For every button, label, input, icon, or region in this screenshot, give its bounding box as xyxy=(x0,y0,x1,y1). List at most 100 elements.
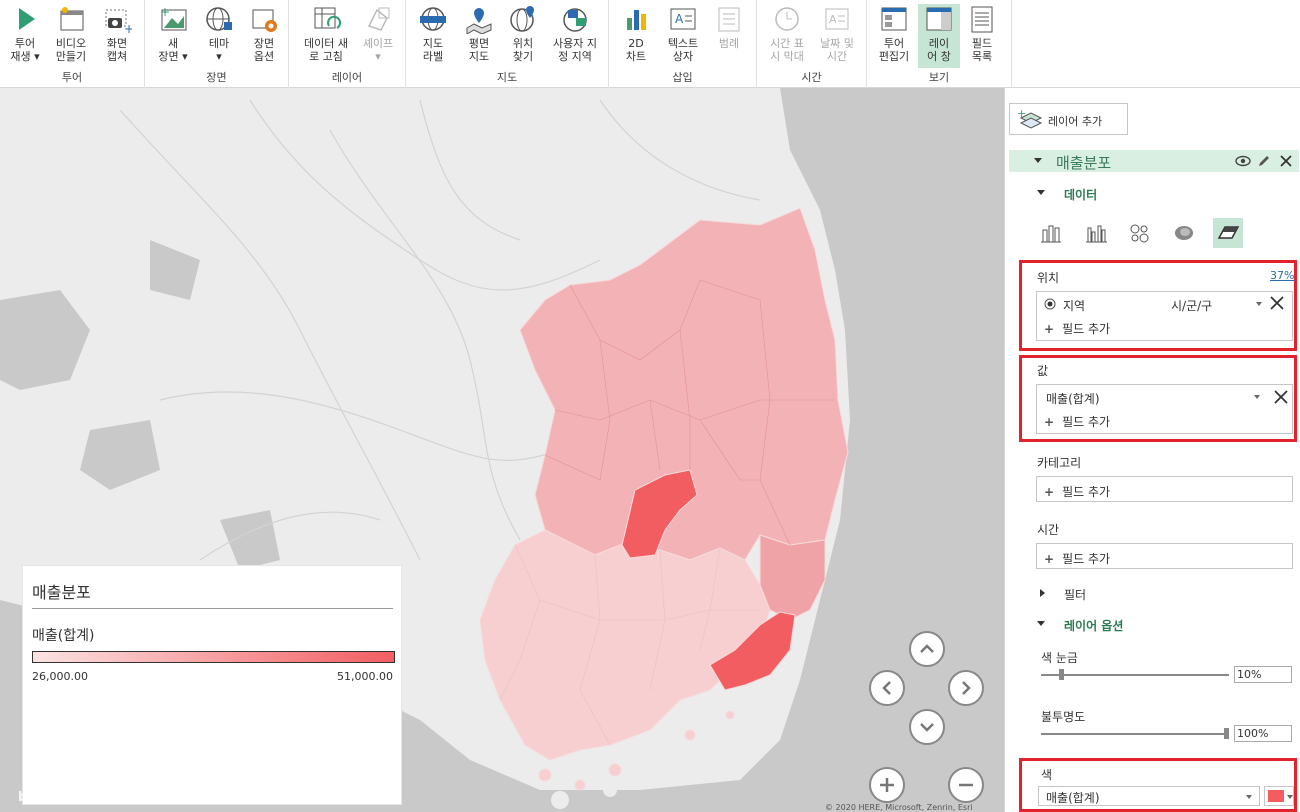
bubble-icon[interactable] xyxy=(1125,218,1155,248)
refresh-data-button[interactable]: 데이터 새 로 고침 xyxy=(297,4,355,63)
eye-icon[interactable] xyxy=(1235,155,1251,167)
clustered-column-icon[interactable] xyxy=(1081,218,1111,248)
location-type-select[interactable]: 시/군/구 xyxy=(1171,297,1212,314)
scene-options-icon xyxy=(249,4,279,34)
ribbon-group-insert: 2D 차트 A 텍스트 상자 범례 삽입 xyxy=(609,0,757,88)
heat-map-icon[interactable] xyxy=(1169,218,1199,248)
custom-regions-button[interactable]: 사용자 지 정 지역 xyxy=(546,4,604,63)
ribbon: 투어 재생 ▾ 비디오 만들기 + 화면 캡쳐 투어 + 새 장면 ▾ 테마 ▾… xyxy=(0,0,1300,88)
pan-left-button[interactable] xyxy=(869,670,905,706)
svg-text:+: + xyxy=(124,22,132,34)
new-scene-button[interactable]: + 새 장면 ▾ xyxy=(153,4,193,63)
opacity-label: 불투명도 xyxy=(1041,710,1086,724)
ribbon-group-view: 투어 편집기 레이 어 창 필드 목록 보기 xyxy=(867,0,1012,88)
map-copyright: © 2020 HERE, Microsoft, Zenrin, Esri xyxy=(825,803,973,812)
color-picker-button[interactable] xyxy=(1264,786,1294,806)
layer-pane-button[interactable]: 레이 어 창 xyxy=(918,4,960,68)
tour-editor-icon xyxy=(879,4,909,34)
time-field-box[interactable]: + 필드 추가 xyxy=(1036,543,1293,569)
layer-header[interactable]: 매출분포 xyxy=(1009,150,1299,172)
color-label: 색 xyxy=(1041,768,1053,782)
color-scale-thumb[interactable] xyxy=(1059,669,1064,680)
color-field-select[interactable]: 매출(합계) xyxy=(1038,786,1260,806)
2d-chart-icon xyxy=(621,4,651,34)
pan-down-button[interactable] xyxy=(909,709,945,745)
find-location-button[interactable]: 위치 찾기 xyxy=(504,4,542,63)
add-layer-button[interactable]: + 레이어 추가 xyxy=(1009,103,1128,135)
time-add-field[interactable]: + 필드 추가 xyxy=(1044,550,1110,567)
ribbon-group-map: 지도 라벨 평면 지도 위치 찾기 사용자 지 정 지역 지도 xyxy=(406,0,609,88)
shape-button[interactable]: 셰이프 ▾ xyxy=(357,4,399,63)
location-field-box: 지역 시/군/구 + 필드 추가 xyxy=(1036,291,1293,341)
flat-map-button[interactable]: 평면 지도 xyxy=(460,4,498,63)
legend-min-value: 26,000.00 xyxy=(32,670,88,683)
create-video-button[interactable]: 비디오 만들기 xyxy=(50,4,92,63)
svg-text:A: A xyxy=(829,13,837,26)
pencil-icon[interactable] xyxy=(1257,154,1271,168)
remove-field-icon[interactable] xyxy=(1274,390,1288,404)
ribbon-group-label: 삽입 xyxy=(672,71,693,84)
category-field-box[interactable]: + 필드 추가 xyxy=(1036,476,1293,502)
expand-filter-icon[interactable] xyxy=(1040,589,1045,597)
collapse-layer-icon[interactable] xyxy=(1034,158,1042,163)
filter-title[interactable]: 필터 xyxy=(1064,586,1086,603)
value-field-name[interactable]: 매출(합계) xyxy=(1046,390,1100,407)
tour-editor-button[interactable]: 투어 편집기 xyxy=(873,4,915,63)
play-tour-button[interactable]: 투어 재생 ▾ xyxy=(6,4,44,63)
remove-field-icon[interactable] xyxy=(1270,296,1284,310)
opacity-thumb[interactable] xyxy=(1224,728,1229,739)
timeline-button[interactable]: 시간 표 시 막대 xyxy=(763,4,811,63)
opacity-input[interactable]: 100% xyxy=(1234,725,1292,742)
collapse-data-icon[interactable] xyxy=(1037,190,1045,195)
ribbon-group-scene: + 새 장면 ▾ 테마 ▾ 장면 옵션 장면 xyxy=(145,0,289,88)
location-confidence-link[interactable]: 37% xyxy=(1270,269,1294,282)
color-scale-slider[interactable] xyxy=(1041,674,1229,676)
color-scale-label: 색 눈금 xyxy=(1041,651,1078,665)
camera-icon: + xyxy=(102,4,134,36)
collapse-layer-options-icon[interactable] xyxy=(1037,621,1045,626)
text-box-button[interactable]: A 텍스트 상자 xyxy=(661,4,705,63)
pan-up-button[interactable] xyxy=(909,631,945,667)
location-field-name: 지역 xyxy=(1063,299,1086,313)
ribbon-group-label: 지도 xyxy=(496,71,518,84)
legend-max-value: 51,000.00 xyxy=(337,670,393,683)
theme-button[interactable]: 테마 ▾ xyxy=(199,4,239,63)
value-field-box: 매출(합계) + 필드 추가 xyxy=(1036,384,1293,434)
close-layer-icon[interactable] xyxy=(1279,154,1293,168)
custom-regions-icon xyxy=(560,4,590,34)
plus-icon: + xyxy=(1044,485,1055,499)
radio-selected-icon[interactable] xyxy=(1044,298,1056,310)
zoom-out-button[interactable] xyxy=(948,767,984,803)
layer-options-title[interactable]: 레이어 옵션 xyxy=(1064,617,1123,634)
stacked-column-icon[interactable] xyxy=(1036,218,1066,248)
screen-capture-button[interactable]: + 화면 캡쳐 xyxy=(98,4,136,63)
ribbon-group-label: 시간 xyxy=(801,71,822,84)
color-scale-input[interactable]: 10% xyxy=(1234,666,1292,683)
2d-chart-button[interactable]: 2D 차트 xyxy=(617,4,655,63)
map-labels-button[interactable]: 지도 라벨 xyxy=(414,4,452,63)
plus-icon xyxy=(880,778,894,792)
category-add-field[interactable]: + 필드 추가 xyxy=(1044,483,1110,500)
theme-globe-icon xyxy=(204,4,234,34)
map-legend[interactable]: 매출분포 매출(합계) 26,000.00 51,000.00 xyxy=(22,565,402,805)
legend-button[interactable]: 범례 xyxy=(709,4,749,50)
field-list-button[interactable]: 필드 목록 xyxy=(963,4,1001,63)
dropdown-arrow-icon[interactable] xyxy=(1254,395,1260,399)
pan-right-button[interactable] xyxy=(948,670,984,706)
dropdown-arrow-icon[interactable] xyxy=(1256,302,1262,306)
shape-icon xyxy=(363,4,393,34)
location-add-field[interactable]: + 필드 추가 xyxy=(1044,320,1110,337)
opacity-slider[interactable] xyxy=(1041,733,1229,735)
chevron-left-icon xyxy=(882,681,891,695)
map-canvas[interactable]: 매출분포 매출(합계) 26,000.00 51,000.00 xyxy=(0,88,1004,812)
chevron-right-icon xyxy=(962,681,971,695)
zoom-in-button[interactable] xyxy=(869,767,905,803)
value-add-field[interactable]: + 필드 추가 xyxy=(1044,413,1110,430)
region-icon[interactable] xyxy=(1213,218,1243,248)
scene-options-button[interactable]: 장면 옵션 xyxy=(245,4,283,63)
timeline-icon xyxy=(772,4,802,34)
data-section-title[interactable]: 데이터 xyxy=(1064,186,1097,203)
chevron-down-icon xyxy=(920,723,934,732)
find-location-icon xyxy=(508,4,538,34)
date-time-button[interactable]: A 날짜 및 시간 xyxy=(813,4,861,63)
